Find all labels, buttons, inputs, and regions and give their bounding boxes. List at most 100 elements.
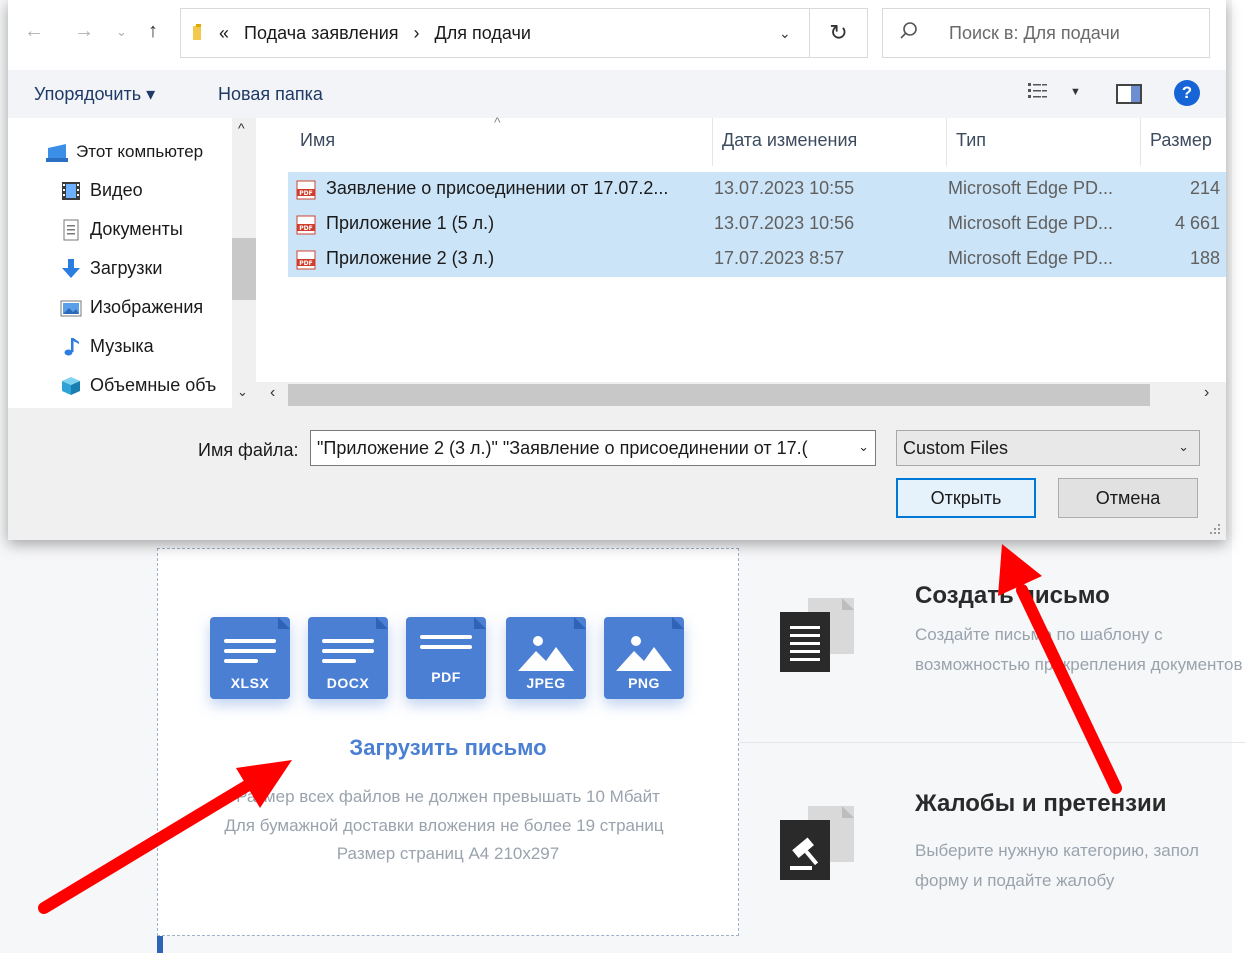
divider xyxy=(740,742,1246,743)
file-type: Microsoft Edge PD... xyxy=(948,213,1114,233)
breadcrumb: « Подача заявления › Для подачи xyxy=(219,23,541,44)
file-type-label: PDF xyxy=(431,669,461,685)
file-type-icons: XLSX DOCX PDF JPEG PNG xyxy=(210,617,690,707)
breadcrumb-item[interactable]: Подача заявления xyxy=(244,23,398,43)
forward-arrow-icon[interactable]: → xyxy=(74,20,94,43)
document-icon xyxy=(780,598,854,672)
file-name: Заявление о присоединении от 17.07.2... xyxy=(326,178,669,198)
scroll-left-icon[interactable]: ‹ xyxy=(270,384,275,402)
music-icon xyxy=(64,338,79,356)
nav-item-label: Изображения xyxy=(90,297,204,317)
complaints-title[interactable]: Жалобы и претензии xyxy=(915,790,1167,818)
open-button[interactable]: Открыть xyxy=(896,478,1036,518)
file-modified: 13.07.2023 10:55 xyxy=(714,178,855,198)
page-accent-bar xyxy=(157,936,163,953)
search-input[interactable]: Поиск в: Для подачи xyxy=(949,23,1120,44)
breadcrumb-item[interactable]: Для подачи xyxy=(435,23,531,43)
folder-icon xyxy=(193,24,201,40)
preview-pane-icon[interactable] xyxy=(1116,84,1142,104)
upload-letter-link[interactable]: Загрузить письмо xyxy=(158,735,738,761)
create-letter-description: Создайте письмо по шаблону с возможность… xyxy=(915,625,1243,674)
column-separator[interactable] xyxy=(712,118,713,166)
file-row[interactable]: PDF Приложение 1 (5 л.) 13.07.2023 10:56… xyxy=(288,207,1226,242)
column-header-type[interactable]: Тип xyxy=(956,130,986,151)
file-row[interactable]: PDF Заявление о присоединении от 17.07.2… xyxy=(288,172,1226,207)
command-bar: Упорядочить ▾ Новая папка ▼ ? xyxy=(8,70,1226,118)
complaints-action[interactable]: Жалобы и претензии Выберите нужную катег… xyxy=(780,790,1246,910)
organize-button[interactable]: Упорядочить ▾ xyxy=(34,84,155,105)
png-file-icon: PNG xyxy=(604,617,684,699)
jpeg-file-icon: JPEG xyxy=(506,617,586,699)
file-name-value: "Приложение 2 (3 л.)" "Заявление о присо… xyxy=(317,438,808,458)
help-button[interactable]: ? xyxy=(1174,80,1200,106)
docx-file-icon: DOCX xyxy=(308,617,388,699)
create-letter-action[interactable]: Создать письмо Создайте письмо по шаблон… xyxy=(780,582,1246,732)
view-options-caret-icon[interactable]: ▼ xyxy=(1070,86,1081,98)
file-type: Microsoft Edge PD... xyxy=(948,178,1114,198)
gavel-document-icon xyxy=(780,806,854,880)
pdf-file-icon: PDF xyxy=(296,215,316,235)
pictures-icon xyxy=(60,300,82,317)
column-separator[interactable] xyxy=(946,118,947,166)
upload-hint-size: Размер всех файлов не должен превышать 1… xyxy=(236,787,660,806)
column-header-size[interactable]: Размер xyxy=(1150,130,1212,151)
xlsx-file-icon: XLSX xyxy=(210,617,290,699)
breadcrumb-separator[interactable]: › xyxy=(414,23,420,43)
column-separator[interactable] xyxy=(1140,118,1141,166)
nav-item-3d-objects[interactable]: Объемные объ xyxy=(60,371,232,403)
chevron-down-icon: ⌄ xyxy=(1178,439,1189,454)
up-arrow-icon[interactable]: ↑ xyxy=(148,20,158,43)
file-name-input[interactable]: "Приложение 2 (3 л.)" "Заявление о присо… xyxy=(310,430,876,466)
nav-item-label: Загрузки xyxy=(90,258,163,278)
create-letter-title[interactable]: Создать письмо xyxy=(915,582,1110,610)
file-type-select[interactable]: Custom Files ⌄ xyxy=(896,430,1200,466)
pdf-file-icon: PDF xyxy=(296,180,316,200)
navigation-bar: ← → ⌄ ↑ « Подача заявления › Для подачи … xyxy=(8,0,1226,70)
scroll-up-icon[interactable]: ^ xyxy=(238,120,245,136)
file-row[interactable]: PDF Приложение 2 (3 л.) 17.07.2023 8:57 … xyxy=(288,242,1226,277)
3d-objects-icon xyxy=(62,377,80,395)
address-bar[interactable]: « Подача заявления › Для подачи ⌄ xyxy=(180,8,810,58)
file-list-scrollbar[interactable]: ‹ › xyxy=(256,382,1226,408)
nav-pane-scroll-thumb[interactable] xyxy=(232,238,256,300)
svg-text:PDF: PDF xyxy=(299,190,312,197)
complaints-description: Выберите нужную категорию, запол форму и… xyxy=(915,841,1199,890)
column-header-name[interactable]: Имя xyxy=(300,130,335,151)
file-modified: 17.07.2023 8:57 xyxy=(714,248,845,268)
new-folder-button[interactable]: Новая папка xyxy=(218,84,323,105)
pdf-file-icon: PDF xyxy=(296,250,316,270)
refresh-button[interactable]: ↻ xyxy=(810,8,868,58)
upload-hint-format: Размер страниц А4 210х297 xyxy=(336,844,560,863)
search-box[interactable]: Поиск в: Для подачи xyxy=(882,8,1210,58)
file-type-label: XLSX xyxy=(230,675,270,691)
search-icon xyxy=(900,22,917,39)
breadcrumb-overflow[interactable]: « xyxy=(219,23,229,43)
file-name: Приложение 1 (5 л.) xyxy=(326,213,495,233)
chevron-down-icon[interactable]: ⌄ xyxy=(854,439,869,455)
file-name: Приложение 2 (3 л.) xyxy=(326,248,495,268)
nav-item-label: Видео xyxy=(90,180,143,200)
image-mountain-icon xyxy=(616,636,672,671)
cancel-button[interactable]: Отмена xyxy=(1058,478,1198,518)
dialog-footer: Имя файла: "Приложение 2 (3 л.)" "Заявле… xyxy=(8,408,1226,540)
nav-item-label: Объемные объ xyxy=(90,375,217,395)
file-type-value: Custom Files xyxy=(903,438,1009,458)
back-arrow-icon[interactable]: ← xyxy=(24,20,44,43)
file-list-scroll-thumb[interactable] xyxy=(288,384,1150,406)
scroll-right-icon[interactable]: › xyxy=(1204,384,1209,402)
view-options-icon[interactable] xyxy=(1028,82,1048,104)
pdf-file-icon: PDF xyxy=(406,617,486,699)
upload-drop-zone[interactable]: XLSX DOCX PDF JPEG PNG Загрузить письмо … xyxy=(157,548,739,936)
video-icon xyxy=(62,182,80,200)
chevron-down-icon[interactable]: ⌄ xyxy=(779,25,791,42)
image-mountain-icon xyxy=(518,636,574,671)
recent-locations-chevron-icon[interactable]: ⌄ xyxy=(116,24,127,40)
scroll-down-icon[interactable]: ⌄ xyxy=(237,384,248,400)
computer-icon xyxy=(46,144,68,162)
svg-text:PDF: PDF xyxy=(299,260,312,267)
file-type-label: PNG xyxy=(628,675,660,691)
upload-hint-pages: Для бумажной доставки вложения не более … xyxy=(224,816,664,835)
sort-ascending-icon: ^ xyxy=(494,114,501,130)
column-header-modified[interactable]: Дата изменения xyxy=(722,130,857,151)
resize-grip-icon[interactable] xyxy=(1208,522,1222,536)
